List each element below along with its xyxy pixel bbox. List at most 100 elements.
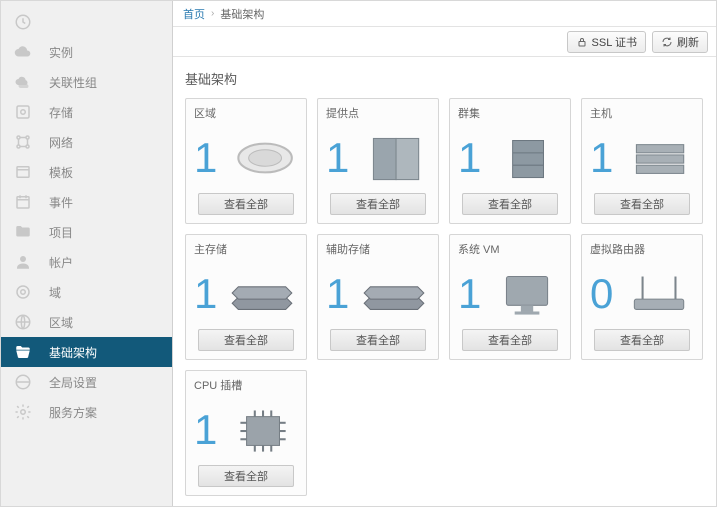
sidebar-item-label: 事件 (49, 194, 73, 211)
card-title: 主机 (590, 105, 694, 121)
sidebar-item-projects[interactable]: 项目 (1, 217, 172, 247)
card-primary-storage: 主存储 1 查看全部 (185, 234, 307, 360)
zone-icon (226, 130, 298, 186)
sidebar-item-infrastructure[interactable]: 基础架构 (1, 337, 172, 367)
template-icon (13, 162, 33, 182)
sidebar-item-instances[interactable]: 实例 (1, 37, 172, 67)
sidebar-item-domains[interactable]: 域 (1, 277, 172, 307)
card-count: 1 (458, 273, 486, 315)
cloud-group-icon (13, 72, 33, 92)
ssl-cert-button[interactable]: SSL 证书 (567, 31, 646, 53)
card-grid: 区域 1 查看全部 提供点 1 查看全部 群集 (185, 98, 704, 496)
view-all-button[interactable]: 查看全部 (198, 465, 294, 487)
folder-icon (13, 222, 33, 242)
toolbar: SSL 证书 刷新 (173, 27, 716, 57)
globe-icon (13, 312, 33, 332)
cpu-icon (226, 402, 298, 458)
card-cpu-sockets: CPU 插槽 1 查看全部 (185, 370, 307, 496)
section: 基础架构 区域 1 查看全部 提供点 1 查看全部 (173, 57, 716, 506)
network-icon (13, 132, 33, 152)
sidebar-item-label: 基础架构 (49, 344, 97, 361)
card-host: 主机 1 查看全部 (581, 98, 703, 224)
sidebar-item-global-settings[interactable]: 全局设置 (1, 367, 172, 397)
card-title: 虚拟路由器 (590, 241, 694, 257)
card-count: 1 (194, 409, 222, 451)
card-virtual-router: 虚拟路由器 0 查看全部 (581, 234, 703, 360)
card-count: 0 (590, 273, 618, 315)
sidebar-item-network[interactable]: 网络 (1, 127, 172, 157)
card-title: 辅助存储 (326, 241, 430, 257)
gear-icon (13, 402, 33, 422)
view-all-button[interactable]: 查看全部 (330, 329, 426, 351)
card-count: 1 (458, 137, 486, 179)
card-title: CPU 插槽 (194, 377, 298, 393)
card-count: 1 (194, 137, 222, 179)
view-all-button[interactable]: 查看全部 (330, 193, 426, 215)
sidebar-item-label: 服务方案 (49, 404, 97, 421)
sidebar-item-events[interactable]: 事件 (1, 187, 172, 217)
ssl-cert-label: SSL 证书 (592, 34, 637, 50)
breadcrumb: 首页 › 基础架构 (173, 1, 716, 27)
chevron-right-icon: › (211, 8, 214, 19)
storage-icon (226, 266, 298, 322)
user-icon (13, 252, 33, 272)
card-count: 1 (326, 273, 354, 315)
section-title: 基础架构 (185, 69, 704, 88)
sidebar: 实例 关联性组 存储 网络 模板 事件 项目 帐户 (1, 1, 173, 506)
cloud-icon (13, 42, 33, 62)
view-all-button[interactable]: 查看全部 (462, 329, 558, 351)
host-icon (622, 130, 694, 186)
sidebar-item-label: 区域 (49, 314, 73, 331)
card-count: 1 (590, 137, 618, 179)
view-all-button[interactable]: 查看全部 (198, 193, 294, 215)
monitor-icon (490, 266, 562, 322)
card-title: 主存储 (194, 241, 298, 257)
sidebar-item-dashboard[interactable] (1, 7, 172, 37)
refresh-label: 刷新 (677, 34, 699, 50)
view-all-button[interactable]: 查看全部 (594, 329, 690, 351)
card-secondary-storage: 辅助存储 1 查看全部 (317, 234, 439, 360)
target-icon (13, 282, 33, 302)
pod-icon (358, 130, 430, 186)
breadcrumb-current: 基础架构 (220, 6, 264, 22)
sidebar-item-label: 项目 (49, 224, 73, 241)
sidebar-item-affinity[interactable]: 关联性组 (1, 67, 172, 97)
sidebar-item-label: 存储 (49, 104, 73, 121)
lock-icon (576, 36, 588, 48)
folder-open-icon (13, 342, 33, 362)
card-title: 提供点 (326, 105, 430, 121)
storage-icon (358, 266, 430, 322)
globe-gear-icon (13, 372, 33, 392)
sidebar-item-accounts[interactable]: 帐户 (1, 247, 172, 277)
card-zone: 区域 1 查看全部 (185, 98, 307, 224)
card-title: 系统 VM (458, 241, 562, 257)
refresh-button[interactable]: 刷新 (652, 31, 708, 53)
view-all-button[interactable]: 查看全部 (198, 329, 294, 351)
calendar-icon (13, 192, 33, 212)
sidebar-item-label: 网络 (49, 134, 73, 151)
card-title: 群集 (458, 105, 562, 121)
cluster-icon (490, 130, 562, 186)
sidebar-item-label: 全局设置 (49, 374, 97, 391)
sidebar-item-label: 实例 (49, 44, 73, 61)
router-icon (622, 266, 694, 322)
sidebar-item-label: 模板 (49, 164, 73, 181)
sidebar-item-regions[interactable]: 区域 (1, 307, 172, 337)
disk-icon (13, 102, 33, 122)
refresh-icon (661, 36, 673, 48)
sidebar-item-label: 关联性组 (49, 74, 97, 91)
clock-icon (13, 12, 33, 32)
card-system-vm: 系统 VM 1 查看全部 (449, 234, 571, 360)
main: 首页 › 基础架构 SSL 证书 刷新 基础架构 区域 1 (173, 1, 716, 506)
card-count: 1 (194, 273, 222, 315)
sidebar-item-label: 帐户 (49, 254, 73, 271)
breadcrumb-home[interactable]: 首页 (183, 6, 205, 22)
card-pod: 提供点 1 查看全部 (317, 98, 439, 224)
card-count: 1 (326, 137, 354, 179)
sidebar-item-templates[interactable]: 模板 (1, 157, 172, 187)
view-all-button[interactable]: 查看全部 (594, 193, 690, 215)
card-cluster: 群集 1 查看全部 (449, 98, 571, 224)
sidebar-item-service-offerings[interactable]: 服务方案 (1, 397, 172, 427)
sidebar-item-storage[interactable]: 存储 (1, 97, 172, 127)
view-all-button[interactable]: 查看全部 (462, 193, 558, 215)
